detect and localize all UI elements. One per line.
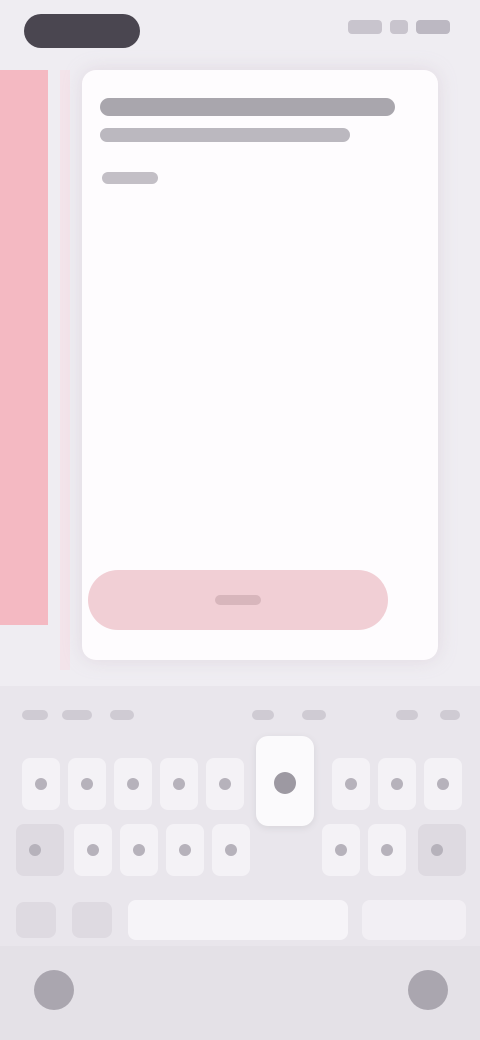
backspace-key[interactable] — [418, 824, 466, 876]
key-glyph — [225, 844, 237, 856]
key[interactable] — [74, 824, 112, 876]
suggestion-item[interactable] — [396, 710, 418, 720]
key-glyph — [127, 778, 139, 790]
card-meta — [102, 172, 158, 184]
key[interactable] — [114, 758, 152, 810]
key[interactable] — [206, 758, 244, 810]
key-glyph — [179, 844, 191, 856]
card-action-label — [215, 595, 261, 605]
shift-key[interactable] — [16, 824, 64, 876]
card-action-button[interactable] — [88, 570, 388, 630]
key[interactable] — [166, 824, 204, 876]
suggestion-item[interactable] — [62, 710, 92, 720]
suggestion-item[interactable] — [110, 710, 134, 720]
key[interactable] — [332, 758, 370, 810]
keyboard-switch-icon[interactable] — [408, 970, 448, 1010]
status-pill — [24, 14, 140, 48]
suggestion-item[interactable] — [252, 710, 274, 720]
emoji-key[interactable] — [72, 902, 112, 938]
keyboard-row-1 — [12, 758, 468, 814]
suggestion-item[interactable] — [22, 710, 48, 720]
signal-icon — [348, 20, 382, 34]
key-glyph — [381, 844, 393, 856]
navigation-bar — [0, 946, 480, 1040]
key-glyph — [219, 778, 231, 790]
background-divider — [60, 70, 70, 670]
backspace-icon — [431, 844, 443, 856]
soft-keyboard — [0, 686, 480, 946]
key-glyph — [81, 778, 93, 790]
symbols-key[interactable] — [16, 902, 56, 938]
key-glyph — [335, 844, 347, 856]
wifi-icon — [390, 20, 408, 34]
battery-icon — [416, 20, 450, 34]
suggestion-item[interactable] — [440, 710, 460, 720]
keyboard-row-2 — [12, 824, 468, 880]
card-title-line-2 — [100, 128, 350, 142]
key-glyph — [133, 844, 145, 856]
suggestion-item[interactable] — [302, 710, 326, 720]
background-panel-strip — [0, 70, 48, 625]
key-glyph — [391, 778, 403, 790]
key-glyph — [87, 844, 99, 856]
status-icons — [348, 20, 450, 34]
status-bar — [0, 0, 480, 62]
key[interactable] — [378, 758, 416, 810]
enter-key[interactable] — [362, 900, 466, 940]
key[interactable] — [368, 824, 406, 876]
key[interactable] — [22, 758, 60, 810]
key[interactable] — [424, 758, 462, 810]
key-glyph — [437, 778, 449, 790]
shift-icon — [29, 844, 41, 856]
keyboard-suggestion-row — [0, 686, 480, 742]
card-title-line-1 — [100, 98, 395, 116]
key[interactable] — [212, 824, 250, 876]
keyboard-hide-icon[interactable] — [34, 970, 74, 1010]
key[interactable] — [120, 824, 158, 876]
key[interactable] — [68, 758, 106, 810]
key[interactable] — [322, 824, 360, 876]
popup-glyph — [274, 772, 296, 794]
key-glyph — [173, 778, 185, 790]
content-card — [82, 70, 438, 660]
key-press-popup — [256, 736, 314, 826]
key-glyph — [35, 778, 47, 790]
space-bar[interactable] — [128, 900, 348, 940]
key[interactable] — [160, 758, 198, 810]
key-glyph — [345, 778, 357, 790]
